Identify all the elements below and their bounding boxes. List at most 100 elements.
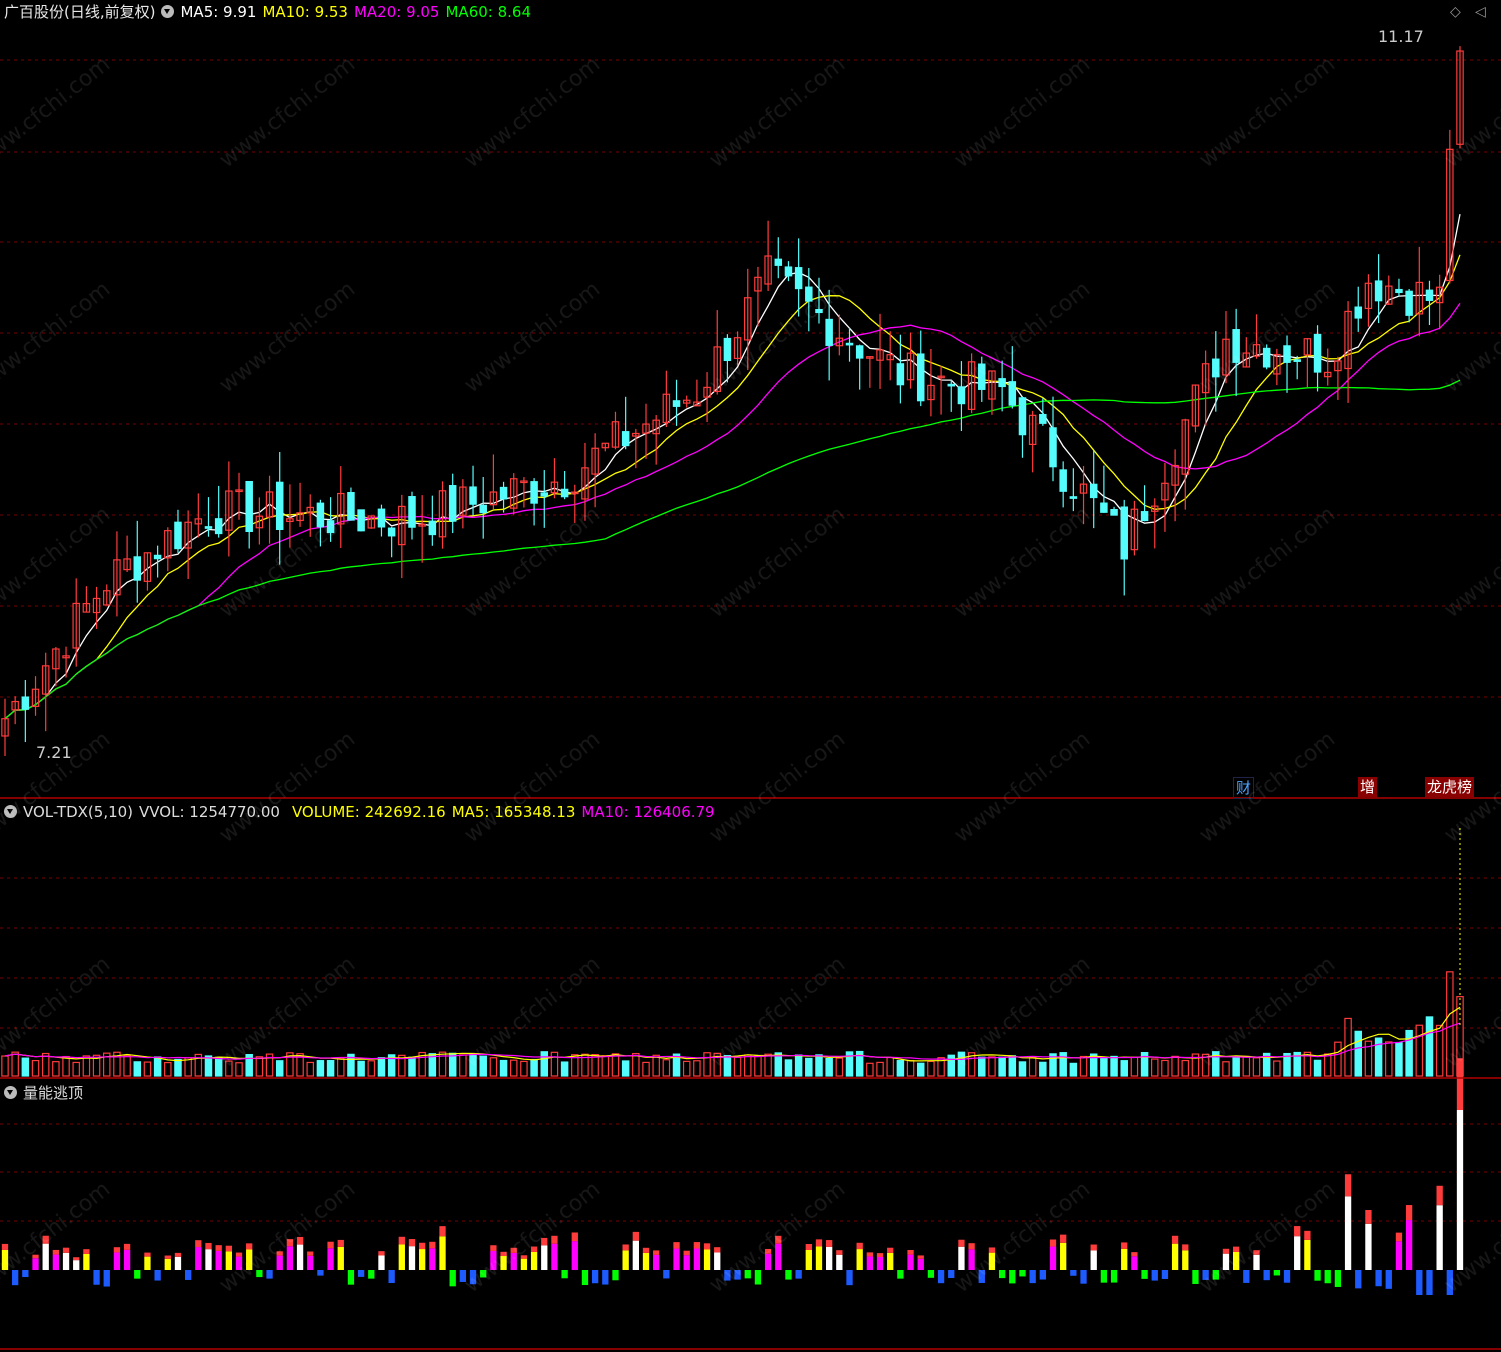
indicator-bar — [1070, 1270, 1077, 1276]
candle-body — [469, 486, 477, 505]
volume-bar — [998, 1056, 1006, 1077]
indicator-bar-cap — [398, 1236, 405, 1245]
indicator-bar — [1416, 1270, 1423, 1295]
indicator-bar — [714, 1252, 721, 1270]
diamond-icon[interactable]: ◇ — [1450, 4, 1461, 20]
candle-body — [448, 485, 457, 522]
indicator-bar — [1, 1249, 9, 1270]
candle-body — [499, 486, 508, 500]
indicator-bar — [1192, 1270, 1199, 1284]
indicator-bar-cap — [1171, 1235, 1179, 1244]
candle-body — [1008, 381, 1017, 406]
event-tag-increase[interactable]: 增 — [1358, 777, 1378, 797]
indicator-bar-cap — [958, 1239, 965, 1247]
indicator-bar-cap — [917, 1255, 924, 1259]
vol-indicator-name[interactable]: VOL-TDX(5,10) — [23, 803, 133, 821]
indicator-bar — [581, 1270, 589, 1286]
indicator-bar — [775, 1243, 782, 1270]
dropdown-icon[interactable] — [4, 805, 17, 818]
ma10-value: MA10: 9.53 — [262, 3, 348, 21]
volume-bar — [1, 1055, 9, 1077]
ma60-line — [4, 379, 1461, 720]
candle-body — [1110, 509, 1118, 516]
indicator-bar-cap — [703, 1243, 711, 1250]
indicator-bar — [1273, 1270, 1281, 1276]
candle-body — [825, 318, 833, 346]
indicator-name[interactable]: 量能逃顶 — [23, 1084, 83, 1102]
expand-icon[interactable]: ◁ — [1475, 4, 1486, 20]
volume-bar — [316, 1060, 325, 1077]
indicator-bar-cap — [693, 1242, 701, 1249]
indicator-bar-cap — [276, 1251, 283, 1256]
indicator-bar — [541, 1245, 548, 1270]
dropdown-icon[interactable] — [161, 5, 175, 18]
volume-bars[interactable] — [1, 828, 1464, 1077]
indicator-bar-cap — [1304, 1230, 1311, 1240]
volume-bar — [164, 1061, 172, 1077]
indicator-bar — [937, 1270, 945, 1284]
indicator-bar — [378, 1255, 385, 1270]
volume-bar — [123, 1055, 131, 1077]
volume-bar — [469, 1052, 477, 1077]
event-tag-finance[interactable]: 财 — [1233, 777, 1255, 799]
volume-bar — [1120, 1060, 1128, 1077]
indicator-bar — [154, 1270, 161, 1281]
volume-bar — [1446, 971, 1454, 1077]
volume-bar — [62, 1055, 70, 1077]
stock-title[interactable]: 广百股份(日线,前复权) — [4, 3, 155, 21]
indicator-bar-cap — [195, 1240, 202, 1248]
indicator-bar-cap — [673, 1242, 680, 1249]
candlesticks[interactable] — [1, 46, 1464, 756]
indicator-bar — [805, 1249, 812, 1270]
indicator-bar — [1029, 1270, 1036, 1284]
volume-bar — [235, 1062, 243, 1077]
volume-bar — [1171, 1055, 1179, 1077]
volume-bar — [11, 1051, 19, 1077]
indicator-bar-cap — [307, 1251, 314, 1256]
indicator-bar — [1405, 1220, 1413, 1270]
volume-bar — [723, 1055, 732, 1077]
volume-bar — [214, 1056, 223, 1077]
volume-bar — [876, 1061, 884, 1077]
ma20-value: MA20: 9.05 — [353, 3, 440, 21]
indicator-bar — [459, 1270, 467, 1282]
volume-bar — [1385, 1041, 1393, 1077]
candle-body — [672, 400, 681, 407]
indicator-bar — [520, 1258, 528, 1270]
indicator-bar — [561, 1270, 568, 1279]
volume-bar — [357, 1060, 365, 1077]
indicator-bar — [1375, 1270, 1382, 1287]
volume-bar — [143, 1061, 152, 1077]
indicator-bar-cap — [235, 1252, 243, 1257]
indicator-bar — [347, 1270, 355, 1285]
indicator-bar — [1426, 1270, 1433, 1295]
indicator-bar-cap — [1060, 1234, 1067, 1243]
indicator-bar — [1324, 1270, 1331, 1284]
volume-bar — [72, 1061, 80, 1077]
candle-body — [428, 520, 437, 536]
indicator-bar-cap — [805, 1243, 812, 1250]
indicator-bar — [846, 1270, 853, 1286]
indicator-bar-cap — [968, 1243, 975, 1250]
stock-chart[interactable] — [0, 0, 1501, 1352]
indicator-bar-cap — [876, 1253, 884, 1258]
indicator-bar — [1263, 1270, 1270, 1281]
indicator-bar — [1131, 1256, 1138, 1270]
dropdown-icon[interactable] — [4, 1086, 17, 1099]
indicator-bar — [286, 1246, 294, 1270]
indicator-bar-cap — [286, 1239, 294, 1247]
indicator-bar-cap — [1294, 1226, 1301, 1237]
indicator-bar-cap — [83, 1249, 90, 1254]
indicator-bar-cap — [500, 1251, 507, 1257]
event-tag-dragon-tiger[interactable]: 龙虎榜 — [1425, 777, 1475, 797]
indicator-bar — [1232, 1252, 1240, 1270]
indicator-bar — [1049, 1246, 1057, 1270]
indicator-bar — [1161, 1270, 1169, 1279]
volume-bar — [754, 1055, 762, 1077]
indicator-bar — [327, 1248, 334, 1270]
volume-value: VOLUME: 242692.16 — [291, 803, 446, 821]
indicator-bar-cap — [714, 1247, 721, 1253]
volume-bar — [1008, 1055, 1017, 1077]
indicator-bar — [632, 1240, 639, 1270]
indicator-bars[interactable] — [1, 1058, 1464, 1295]
